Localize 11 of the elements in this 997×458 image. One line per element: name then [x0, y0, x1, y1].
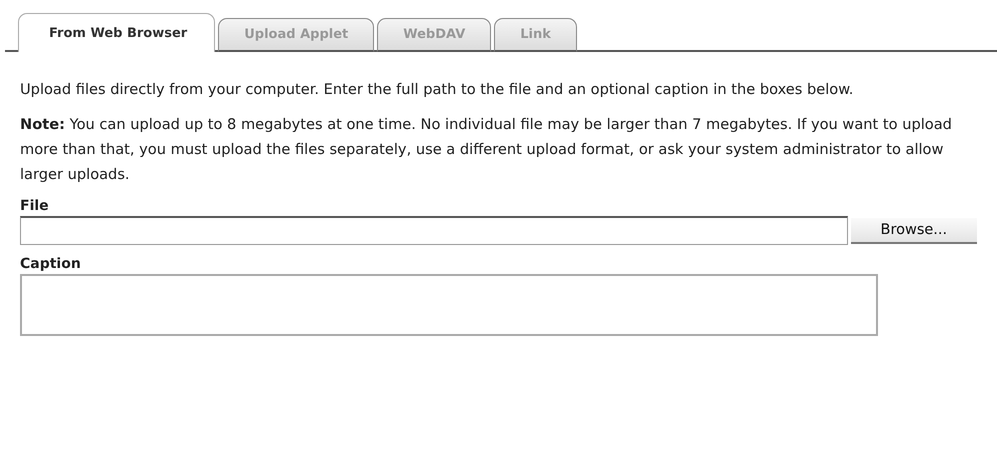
- caption-field[interactable]: [20, 274, 878, 336]
- browse-button[interactable]: Browse...: [850, 218, 977, 244]
- field-label: Caption: [20, 255, 82, 274]
- field-label: File: [20, 197, 50, 216]
- file-path-field[interactable]: [20, 216, 848, 245]
- tab[interactable]: Upload Applet: [218, 18, 374, 52]
- note-text: Note: You can upload up to 8 megabytes at one time. No individual file may be larger than 7 megabytes. If you want to upload more than that, you must upload the files separately, use a different upload format, or ask your system administrator to allow larger uploads.: [20, 115, 953, 185]
- tab[interactable]: WebDAV: [377, 18, 492, 52]
- tab[interactable]: From Web Browser: [18, 13, 216, 52]
- intro-text: Upload files directly from your computer. Enter the full path to the file and an optional caption in the boxes below.: [20, 80, 854, 100]
- tab[interactable]: Link: [494, 18, 577, 52]
